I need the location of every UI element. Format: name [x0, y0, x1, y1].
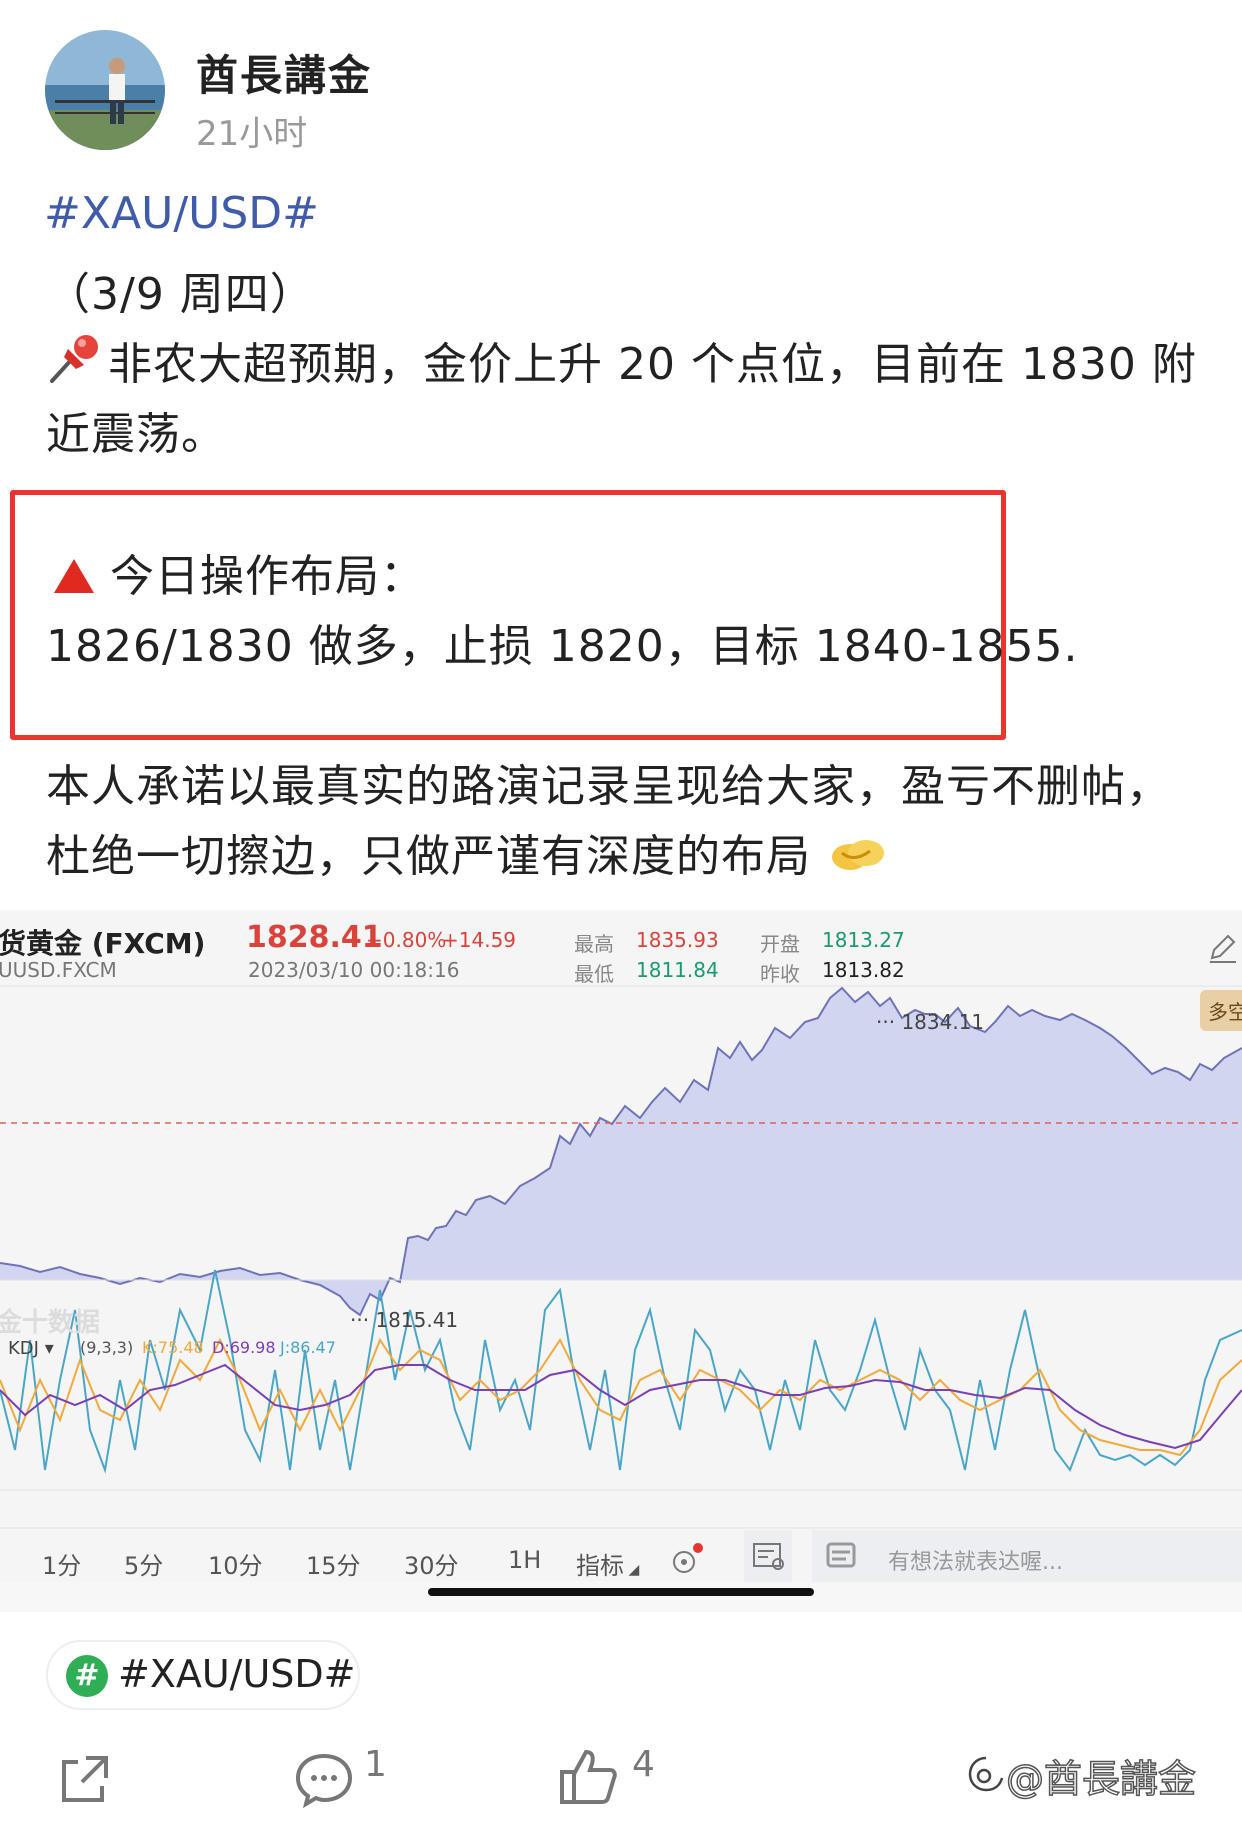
price-area-chart	[0, 985, 1242, 1529]
toolbar-bottom-strip	[0, 1582, 1242, 1612]
timeframe-30min[interactable]: 30分	[404, 1546, 459, 1581]
kdj-params: (9,3,3)	[80, 1338, 134, 1357]
kdj-d-line	[0, 1363, 1242, 1450]
pushpin-icon	[46, 331, 104, 396]
red-triangle-icon	[52, 555, 96, 606]
paragraph-1-line-1: 非农大超预期，金价上升 20 个点位，目前在 1830 附	[46, 328, 1197, 396]
barrage-toggle-icon[interactable]	[812, 1530, 870, 1582]
plan-text: 1826/1830 做多，止损 1820，目标 1840-1855.	[46, 621, 1079, 672]
timeframe-1h[interactable]: 1H	[508, 1546, 541, 1574]
comment-placeholder: 有想法就表达喔...	[888, 1550, 1063, 1575]
weibo-logo-icon	[966, 1755, 1005, 1794]
comment-input[interactable]: 有想法就表达喔...	[870, 1530, 1242, 1582]
author-avatar[interactable]	[45, 30, 165, 150]
comment-icon[interactable]	[294, 1750, 354, 1812]
indicator-dropdown[interactable]: 指标 ◢	[576, 1546, 639, 1581]
author-name[interactable]: 酋長講金	[196, 42, 372, 103]
home-indicator	[428, 1588, 814, 1596]
timeframe-1min[interactable]: 1分	[42, 1546, 81, 1581]
chart-watermark: 金十数据	[0, 1308, 101, 1338]
topic-tag-pill[interactable]: # #XAU/USD#	[46, 1640, 360, 1710]
hashtag-icon: #	[66, 1655, 108, 1697]
paragraph-2-text: 杜绝一切擦边，只做严谨有深度的布局	[46, 831, 811, 882]
date-line: （3/9 周四）	[46, 269, 315, 320]
paragraph-1-line-2: 近震荡。	[46, 409, 226, 460]
share-icon[interactable]	[56, 1752, 112, 1812]
like-icon[interactable]	[558, 1746, 620, 1812]
like-count: 4	[632, 1744, 655, 1785]
kdj-j-line	[0, 1269, 1242, 1474]
topic-tag-label: #XAU/USD#	[118, 1652, 356, 1696]
post-time: 21小时	[196, 114, 308, 154]
comment-count: 1	[364, 1744, 387, 1785]
timeframe-5min[interactable]: 5分	[124, 1546, 163, 1581]
kdj-k-line	[0, 1337, 1242, 1457]
peak-label: ··· 1834.11	[876, 1010, 985, 1034]
price-area-fill	[0, 988, 1242, 1315]
weibo-watermark: @酋長講金	[964, 1746, 1240, 1802]
paragraph-1-text: 非农大超预期，金价上升 20 个点位，目前在 1830 附	[108, 339, 1197, 390]
kdj-d-value: D:69.98	[212, 1338, 276, 1357]
paragraph-2-line-2: 杜绝一切擦边，只做严谨有深度的布局	[46, 820, 886, 888]
news-icon[interactable]	[744, 1530, 792, 1582]
paragraph-2-line-1: 本人承诺以最真实的路演记录呈现给大家，盈亏不删帖，	[46, 761, 1171, 812]
topic-hashtag[interactable]: #XAU/USD#	[44, 188, 319, 239]
kdj-selector[interactable]: KDJ ▾	[8, 1338, 54, 1359]
handshake-icon	[830, 833, 886, 888]
trough-label: ··· 1815.41	[350, 1308, 459, 1332]
timeframe-15min[interactable]: 15分	[306, 1546, 361, 1581]
settings-icon[interactable]	[670, 1542, 704, 1580]
kdj-k-value: K:75.48	[142, 1338, 204, 1357]
plan-title: 今日操作布局：	[110, 551, 425, 602]
plan-title-line: 今日操作布局：	[52, 540, 425, 606]
kdj-j-value: J:86.47	[280, 1338, 336, 1357]
watermark-text: @酋長講金	[1005, 1756, 1197, 1802]
gold-chart-panel[interactable]: 货黄金 (FXCM) UUSD.FXCM 1828.41 +0.80% +14.…	[0, 910, 1242, 1590]
timeframe-10min[interactable]: 10分	[208, 1546, 263, 1581]
